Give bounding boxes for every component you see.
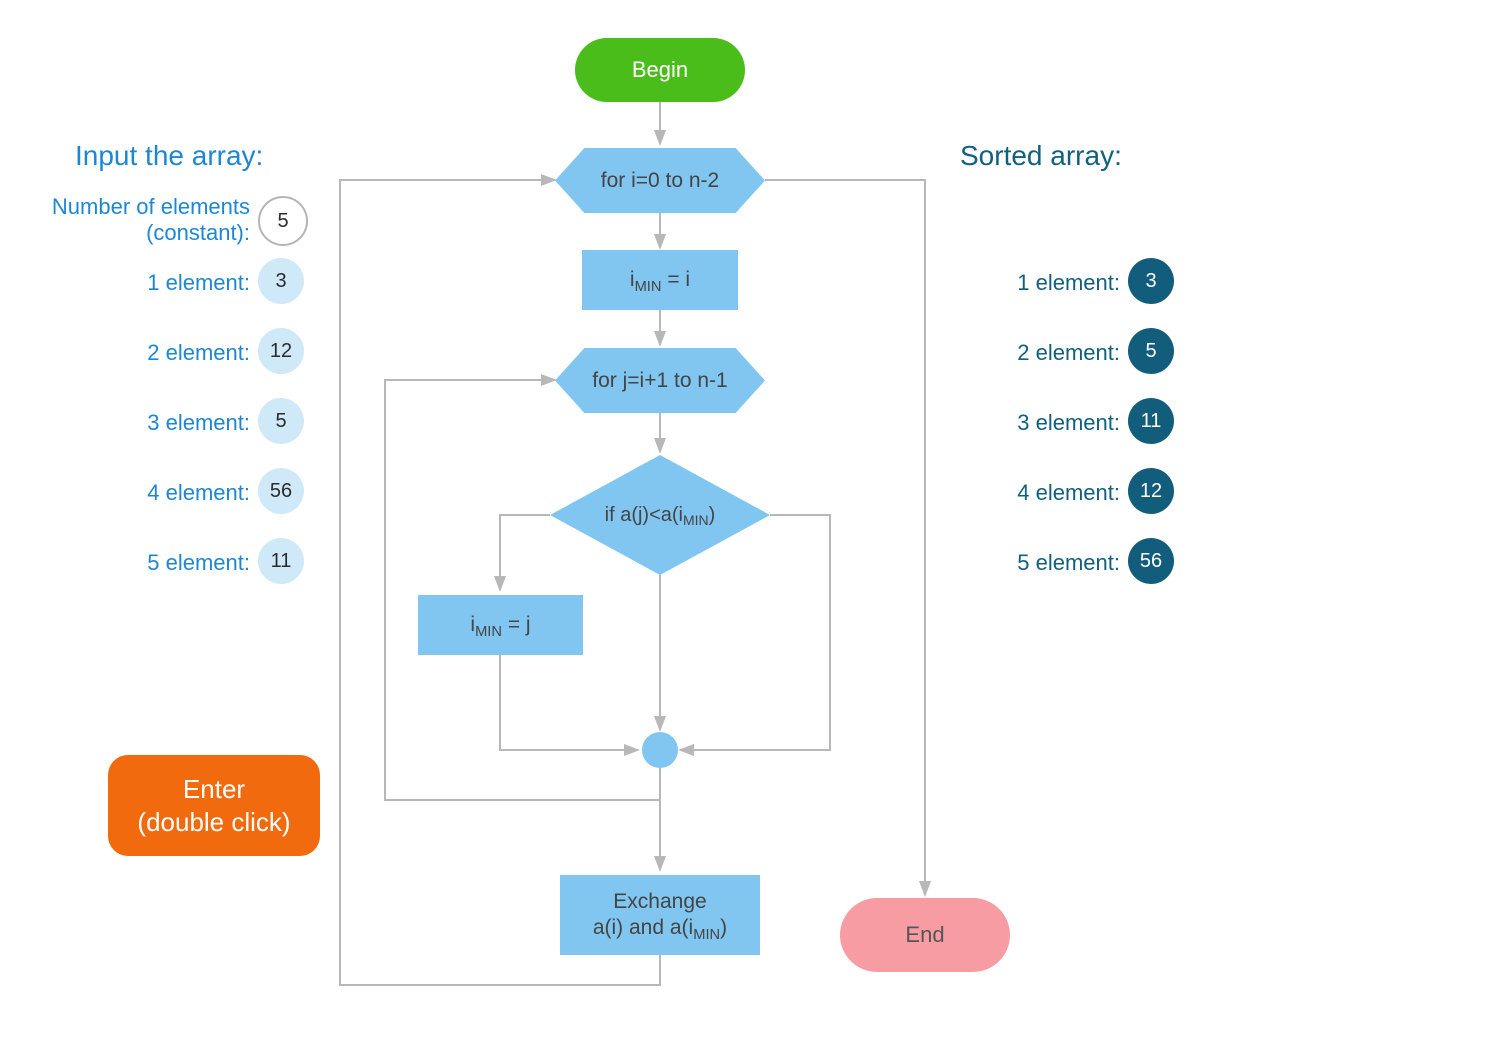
input-label-3: 3 element: [40,410,250,436]
input-label-2: 2 element: [40,340,250,366]
flow-begin-label: Begin [632,57,688,83]
output-label-2: 2 element: [970,340,1120,366]
output-bubble-4: 12 [1128,468,1174,514]
input-label-5: 5 element: [40,550,250,576]
const-value: 5 [277,210,288,233]
flow-end: End [840,898,1010,972]
flow-imin-j-label: iMIN = j [470,612,530,638]
output-value-3: 11 [1141,410,1162,433]
output-label-1: 1 element: [970,270,1120,296]
input-value-3: 5 [275,410,286,433]
input-array-title: Input the array: [75,140,263,172]
flow-decision-label: if a(j)<a(iMIN) [550,455,770,575]
flow-loop-i-label: for i=0 to n-2 [601,169,719,193]
output-value-4: 12 [1140,480,1162,503]
output-bubble-3: 11 [1128,398,1174,444]
flow-loop-j-label: for j=i+1 to n-1 [592,369,727,393]
flow-exchange-line2: a(i) and a(iMIN) [593,915,727,941]
const-label-line1: Number of elements [40,194,250,220]
flow-begin: Begin [575,38,745,102]
output-value-1: 3 [1145,270,1156,293]
output-bubble-5: 56 [1128,538,1174,584]
flow-imin-i: iMIN = i [582,250,738,310]
input-label-4: 4 element: [40,480,250,506]
enter-button[interactable]: Enter (double click) [108,755,320,856]
input-value-2: 12 [270,340,292,363]
flow-exchange-line1: Exchange [613,889,706,915]
flow-connector [642,732,678,768]
const-label-line2: (constant): [40,220,250,246]
input-value-1: 3 [275,270,286,293]
input-bubble-5[interactable]: 11 [258,538,304,584]
input-bubble-2[interactable]: 12 [258,328,304,374]
output-label-3: 3 element: [970,410,1120,436]
input-bubble-4[interactable]: 56 [258,468,304,514]
flow-decision: if a(j)<a(iMIN) [550,455,770,575]
enter-button-line2: (double click) [134,806,294,839]
output-bubble-2: 5 [1128,328,1174,374]
flow-exchange: Exchange a(i) and a(iMIN) [560,875,760,955]
output-label-5: 5 element: [970,550,1120,576]
input-label-1: 1 element: [40,270,250,296]
const-value-bubble[interactable]: 5 [258,196,308,246]
flow-imin-i-label: iMIN = i [630,267,690,293]
input-bubble-1[interactable]: 3 [258,258,304,304]
output-value-2: 5 [1145,340,1156,363]
sorted-array-title: Sorted array: [960,140,1122,172]
flow-imin-j: iMIN = j [418,595,583,655]
flow-end-label: End [905,922,944,948]
input-bubble-3[interactable]: 5 [258,398,304,444]
input-value-4: 56 [270,480,292,503]
output-bubble-1: 3 [1128,258,1174,304]
enter-button-line1: Enter [134,773,294,806]
output-value-5: 56 [1140,550,1162,573]
output-label-4: 4 element: [970,480,1120,506]
flow-loop-i: for i=0 to n-2 [555,148,765,213]
input-value-5: 11 [271,550,292,573]
flow-loop-j: for j=i+1 to n-1 [555,348,765,413]
